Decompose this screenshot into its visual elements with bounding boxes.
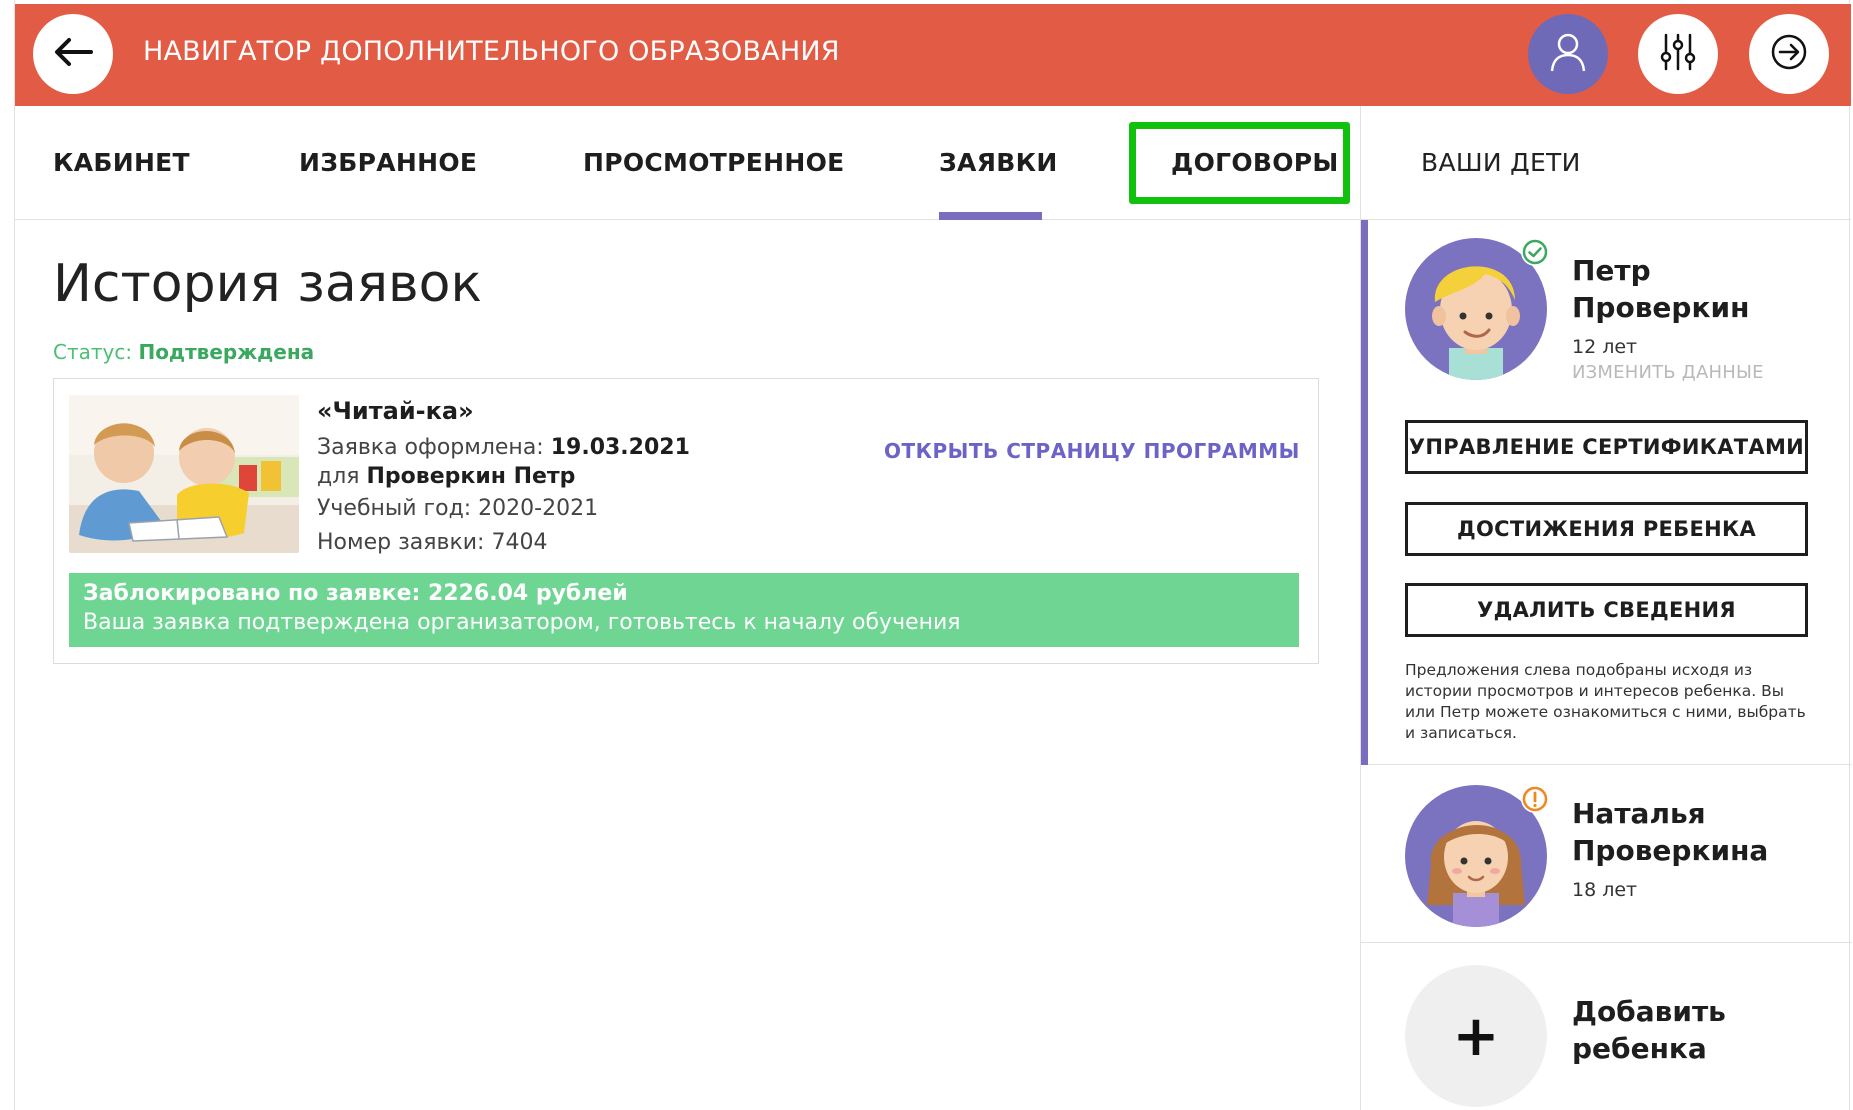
tab-cabinet[interactable]: КАБИНЕТ bbox=[53, 148, 190, 177]
for-value: Проверкин Петр bbox=[366, 464, 576, 489]
application-date-line: Заявка оформлена: 19.03.2021 bbox=[317, 435, 690, 460]
child-first-name: Петр bbox=[1572, 254, 1651, 287]
for-label: для bbox=[317, 464, 360, 489]
nav-tabs: КАБИНЕТ ИЗБРАННОЕ ПРОСМОТРЕННОЕ ЗАЯВКИ Д… bbox=[15, 106, 1360, 220]
application-card: «Читай-ка» Заявка оформлена: 19.03.2021 … bbox=[53, 378, 1319, 664]
user-icon bbox=[1548, 31, 1588, 77]
program-name: «Читай-ка» bbox=[317, 397, 474, 425]
selected-child-indicator bbox=[1361, 220, 1368, 765]
program-thumbnail bbox=[69, 395, 299, 553]
open-program-link[interactable]: ОТКРЫТЬ СТРАНИЦУ ПРОГРАММЫ bbox=[884, 439, 1300, 463]
tab-viewed[interactable]: ПРОСМОТРЕННОЕ bbox=[583, 148, 845, 177]
page-title: История заявок bbox=[53, 254, 482, 314]
status-value: Подтверждена bbox=[138, 340, 315, 364]
confirmation-banner: Заблокировано по заявке: 2226.04 рублей … bbox=[69, 573, 1299, 647]
app-frame: НАВИГАТОР ДОПОЛНИТЕЛЬНОГО ОБРАЗОВАНИЯ КА… bbox=[14, 0, 1852, 1110]
active-tab-indicator bbox=[939, 212, 1042, 220]
application-number: Номер заявки: 7404 bbox=[317, 530, 548, 555]
top-header: НАВИГАТОР ДОПОЛНИТЕЛЬНОГО ОБРАЗОВАНИЯ bbox=[15, 4, 1851, 106]
children-panel-header: ВАШИ ДЕТИ bbox=[1360, 106, 1851, 220]
application-for-line: для Проверкин Петр bbox=[317, 464, 575, 489]
child-card-natalya[interactable]: Наталья Проверкина 18 лет bbox=[1361, 765, 1852, 943]
children-panel-title: ВАШИ ДЕТИ bbox=[1421, 148, 1581, 177]
child-card-petr[interactable]: Петр Проверкин 12 лет ИЗМЕНИТЬ ДАННЫЕ УП… bbox=[1361, 220, 1852, 765]
tab-favorites[interactable]: ИЗБРАННОЕ bbox=[299, 148, 477, 177]
child-name-petr: Петр Проверкин bbox=[1572, 252, 1749, 326]
filter-button[interactable] bbox=[1638, 14, 1718, 94]
sliders-icon bbox=[1658, 32, 1698, 76]
manage-certificates-button[interactable]: УПРАВЛЕНИЕ СЕРТИФИКАТАМИ bbox=[1405, 420, 1808, 474]
date-value: 19.03.2021 bbox=[550, 435, 690, 460]
child-achievements-button[interactable]: ДОСТИЖЕНИЯ РЕБЕНКА bbox=[1405, 502, 1808, 556]
child-name-natalya: Наталья Проверкина bbox=[1572, 795, 1768, 869]
edit-data-link[interactable]: ИЗМЕНИТЬ ДАННЫЕ bbox=[1572, 362, 1764, 383]
add-child-line2: ребенка bbox=[1572, 1032, 1707, 1065]
arrow-left-icon bbox=[53, 37, 93, 71]
confirmation-message: Ваша заявка подтверждена организатором, … bbox=[83, 610, 961, 635]
delete-info-button[interactable]: УДАЛИТЬ СВЕДЕНИЯ bbox=[1405, 583, 1808, 637]
child-age-petr: 12 лет bbox=[1572, 336, 1638, 358]
child-last-name: Проверкина bbox=[1572, 834, 1769, 867]
add-child-label: Добавить ребенка bbox=[1572, 993, 1726, 1067]
status-line: Статус: Подтверждена bbox=[53, 340, 314, 364]
child-first-name: Наталья bbox=[1572, 797, 1706, 830]
profile-button[interactable] bbox=[1528, 14, 1608, 94]
recommendations-note: Предложения слева подобраны исходя из ис… bbox=[1405, 661, 1806, 742]
add-child-card[interactable]: + Добавить ребенка bbox=[1361, 943, 1852, 1110]
check-circle-icon bbox=[1521, 238, 1549, 266]
plus-icon[interactable]: + bbox=[1405, 965, 1547, 1107]
tab-contracts[interactable]: ДОГОВОРЫ bbox=[1171, 148, 1339, 177]
tab-applications[interactable]: ЗАЯВКИ bbox=[939, 148, 1058, 177]
app-title: НАВИГАТОР ДОПОЛНИТЕЛЬНОГО ОБРАЗОВАНИЯ bbox=[143, 36, 840, 67]
study-year: Учебный год: 2020-2021 bbox=[317, 496, 599, 521]
add-child-line1: Добавить bbox=[1572, 995, 1726, 1028]
logout-button[interactable] bbox=[1749, 14, 1829, 94]
children-sidebar: Петр Проверкин 12 лет ИЗМЕНИТЬ ДАННЫЕ УП… bbox=[1360, 220, 1852, 1110]
status-label: Статус: bbox=[53, 340, 133, 364]
logout-icon bbox=[1769, 32, 1809, 76]
back-button[interactable] bbox=[33, 14, 113, 94]
child-age-natalya: 18 лет bbox=[1572, 879, 1638, 901]
warning-circle-icon bbox=[1521, 785, 1549, 813]
child-last-name: Проверкин bbox=[1572, 291, 1750, 324]
blocked-amount: Заблокировано по заявке: 2226.04 рублей bbox=[83, 581, 628, 606]
date-label: Заявка оформлена: bbox=[317, 435, 544, 460]
